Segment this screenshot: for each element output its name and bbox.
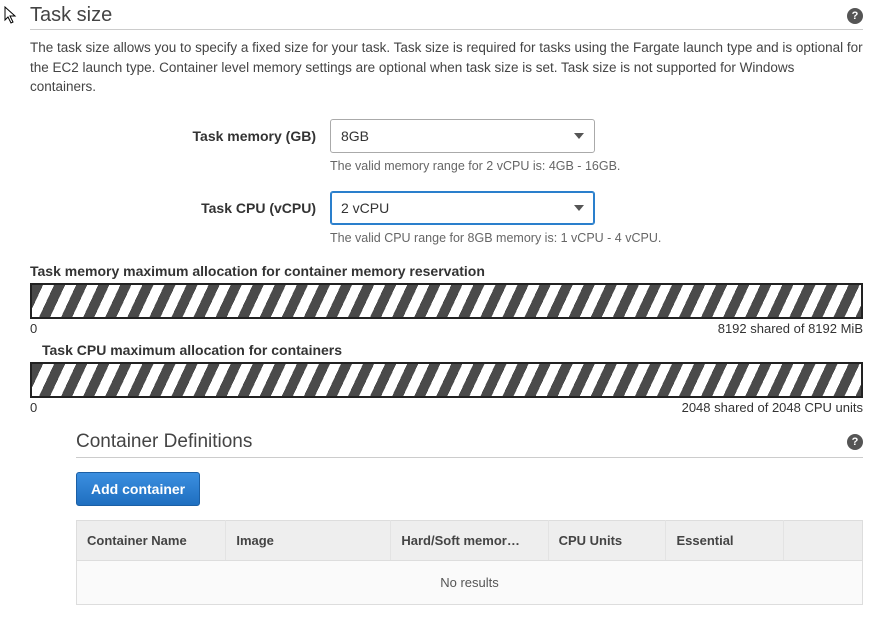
- col-memory[interactable]: Hard/Soft memor…: [391, 520, 548, 560]
- task-size-header: Task size ?: [30, 0, 863, 30]
- col-actions: [784, 520, 863, 560]
- col-cpu[interactable]: CPU Units: [548, 520, 666, 560]
- memory-allocation-label: Task memory maximum allocation for conta…: [30, 263, 863, 279]
- no-results-text: No results: [77, 560, 863, 604]
- memory-allocation-zero: 0: [30, 321, 37, 336]
- task-memory-value: 8GB: [341, 128, 369, 144]
- help-icon[interactable]: ?: [847, 434, 863, 450]
- memory-allocation-bar: [30, 283, 863, 319]
- task-memory-label: Task memory (GB): [30, 128, 330, 144]
- memory-allocation-status: 8192 shared of 8192 MiB: [718, 321, 863, 336]
- cpu-allocation-label: Task CPU maximum allocation for containe…: [42, 342, 863, 358]
- col-essential[interactable]: Essential: [666, 520, 784, 560]
- containers-table: Container Name Image Hard/Soft memor… CP…: [76, 520, 863, 605]
- task-cpu-select[interactable]: 2 vCPU: [330, 191, 595, 225]
- help-icon[interactable]: ?: [847, 8, 863, 24]
- task-cpu-value: 2 vCPU: [341, 200, 389, 216]
- task-memory-row: Task memory (GB) 8GB: [30, 119, 863, 153]
- task-cpu-label: Task CPU (vCPU): [30, 200, 330, 216]
- task-size-title: Task size: [30, 4, 112, 27]
- container-definitions-header: Container Definitions ?: [76, 431, 863, 458]
- chevron-down-icon: [574, 205, 584, 211]
- cpu-allocation-bar: [30, 362, 863, 398]
- table-header-row: Container Name Image Hard/Soft memor… CP…: [77, 520, 863, 560]
- task-size-description: The task size allows you to specify a fi…: [30, 38, 863, 97]
- task-memory-hint: The valid memory range for 2 vCPU is: 4G…: [330, 159, 863, 173]
- chevron-down-icon: [574, 133, 584, 139]
- cpu-allocation-meta: 0 2048 shared of 2048 CPU units: [30, 400, 863, 415]
- task-cpu-row: Task CPU (vCPU) 2 vCPU: [30, 191, 863, 225]
- table-row-empty: No results: [77, 560, 863, 604]
- task-cpu-hint: The valid CPU range for 8GB memory is: 1…: [330, 231, 863, 245]
- col-image[interactable]: Image: [226, 520, 391, 560]
- add-container-button[interactable]: Add container: [76, 472, 200, 506]
- memory-allocation-meta: 0 8192 shared of 8192 MiB: [30, 321, 863, 336]
- cpu-allocation-zero: 0: [30, 400, 37, 415]
- task-memory-select[interactable]: 8GB: [330, 119, 595, 153]
- cpu-allocation-status: 2048 shared of 2048 CPU units: [682, 400, 863, 415]
- col-container-name[interactable]: Container Name: [77, 520, 226, 560]
- container-definitions-title: Container Definitions: [76, 431, 252, 453]
